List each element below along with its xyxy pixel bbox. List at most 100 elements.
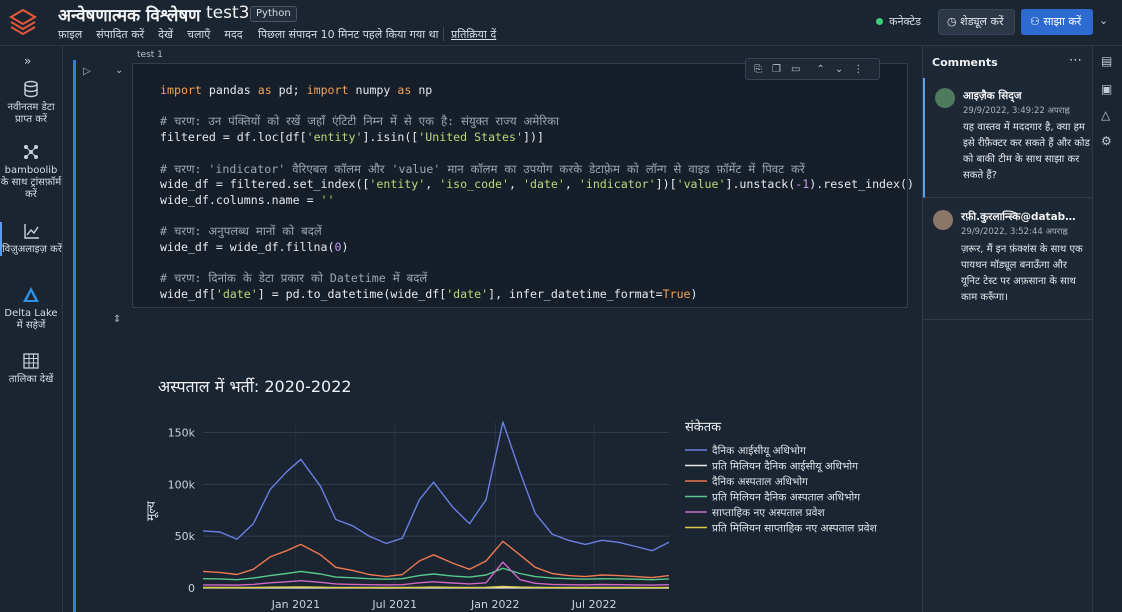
code-editor[interactable]: ⎘ ❐ ▭ ⌃ ⌄ ⋮ import pandas as pd; import … xyxy=(132,58,914,308)
cell-title[interactable]: test 1 xyxy=(137,50,163,60)
folder-icon[interactable]: ▭ xyxy=(791,64,800,75)
sidebar-item-visualize[interactable]: विज़ुअलाइज़ करें xyxy=(0,222,62,256)
sidebar-item-view-table[interactable]: तालिका देखें xyxy=(0,352,62,386)
share-button[interactable]: ⚇ साझा करें xyxy=(1021,9,1093,35)
code-content[interactable]: import pandas as pd; import numpy as np … xyxy=(160,83,914,303)
code-line: wide_df['date'] = pd.to_datetime(wide_df… xyxy=(160,287,698,302)
notebook-name[interactable]: test3 xyxy=(206,3,249,23)
series-line xyxy=(203,585,670,589)
language-badge[interactable]: Python xyxy=(250,6,297,22)
delta-triangle-icon xyxy=(23,287,39,302)
sidebar-item-label: तालिका देखें xyxy=(8,374,54,385)
code-line: wide_df = filtered.set_index(['entity', … xyxy=(160,177,914,192)
user-plus-icon: ⚇ xyxy=(1030,15,1040,28)
x-tick-label: Jul 2022 xyxy=(571,598,617,611)
menu-view[interactable]: देखें xyxy=(158,27,173,42)
legend-label: दैनिक आईसीयू अधिभोग xyxy=(712,444,807,457)
x-tick-label: Jul 2021 xyxy=(371,598,417,611)
table-icon xyxy=(23,353,39,369)
sidebar-item-label: Delta Lake में सहेजें xyxy=(4,308,58,331)
sidebar-item-bamboolib[interactable]: bamboolib के साथ ट्रांसफ़ॉर्म करें xyxy=(0,143,62,201)
sidebar-item-fetch-data[interactable]: नवीनतम डेटा प्राप्त करें xyxy=(0,80,62,126)
more-horizontal-icon[interactable]: ⋯ xyxy=(1069,53,1082,68)
series-line xyxy=(202,567,670,581)
cluster-connect-status[interactable]: कनेक्टेड xyxy=(876,14,921,29)
comments-title: Comments xyxy=(932,56,998,69)
avatar xyxy=(933,210,953,230)
run-cell-icon[interactable]: ▷ xyxy=(83,66,91,77)
more-vertical-icon[interactable]: ⋮ xyxy=(853,64,863,75)
code-line: wide_df.columns.name = '' xyxy=(160,192,335,207)
copy-icon[interactable]: ❐ xyxy=(772,64,781,75)
x-tick-label: Jan 2022 xyxy=(470,598,519,611)
x-tick-label: Jan 2021 xyxy=(271,598,320,611)
legend-label: प्रति मिलियन दैनिक आईसीयू अधिभोग xyxy=(712,460,859,473)
menu-run[interactable]: चलाएँ xyxy=(187,27,210,42)
top-header: अन्वेषणात्मक विश्लेषण test3 Python फ़ाइल… xyxy=(0,0,1122,46)
menu-bar: फ़ाइल संपादित करें देखें चलाएँ मदद xyxy=(58,27,243,42)
graph-nodes-icon xyxy=(24,145,38,159)
active-cell-indicator xyxy=(73,60,76,612)
code-line: filtered = df.loc[df['entity'].isin(['Un… xyxy=(160,130,544,145)
legend-label: प्रति मिलियन दैनिक अस्पताल अधिभोग xyxy=(712,491,861,504)
sidebar-item-label: नवीनतम डेटा प्राप्त करें xyxy=(7,102,55,125)
chart-title: अस्पताल में भर्ती: 2020-2022 xyxy=(158,377,352,396)
clock-icon: ◷ xyxy=(947,15,957,28)
comment-time: 29/9/2022, 3:52:44 अपराह्न xyxy=(961,227,1068,237)
sidebar-item-label: विज़ुअलाइज़ करें xyxy=(2,244,62,255)
comment-author: रफ़ी.कुरलान्स्कि@datab… xyxy=(961,211,1076,223)
divider xyxy=(443,27,444,41)
settings-gear-icon[interactable]: ⚙ xyxy=(1101,134,1112,148)
menu-help[interactable]: मदद xyxy=(224,27,242,42)
share-label: साझा करें xyxy=(1043,15,1082,28)
connect-label: कनेक्टेड xyxy=(889,15,921,28)
menu-edit[interactable]: संपादित करें xyxy=(96,27,144,42)
notebook-title[interactable]: अन्वेषणात्मक विश्लेषण xyxy=(58,3,200,26)
code-line: # चरण: उन पंक्तियों को रखें जहाँ एंटिटी … xyxy=(160,114,559,129)
expand-output-icon[interactable]: ⇕ xyxy=(113,314,121,325)
menu-file[interactable]: फ़ाइल xyxy=(58,27,82,42)
y-axis-label: मूल्य xyxy=(144,500,159,521)
series-line xyxy=(202,540,670,579)
comment-text: ज़रूर, मैं इन फ़ंक्शंस के साथ एक पायथन म… xyxy=(961,244,1083,303)
y-tick-label: 150k xyxy=(168,426,196,439)
chevron-down-icon[interactable]: ⌄ xyxy=(835,64,843,75)
last-edit-info[interactable]: पिछला संपादन 10 मिनट पहले किया गया था xyxy=(258,27,439,42)
code-line: # चरण: 'indicator' वैरिएबल कॉलम और 'valu… xyxy=(160,161,805,176)
cell-collapse-chevron-icon[interactable]: ⌄ xyxy=(115,65,123,76)
format-code-icon[interactable]: ⎘ xyxy=(754,64,762,75)
left-sidebar: » नवीनतम डेटा प्राप्त करें bamboolib के … xyxy=(0,46,63,612)
code-line: # चरण: अनुपलब्ध मानों को बदलें xyxy=(160,224,322,239)
hospitalization-chart[interactable]: अस्पताल में भर्ती: 2020-2022 0 50k 100k 150k… xyxy=(133,322,903,612)
schedule-button[interactable]: ◷ शेड्यूल करें xyxy=(938,9,1015,35)
chevron-down-icon[interactable]: ⌄ xyxy=(1099,14,1108,27)
series-line xyxy=(202,421,670,552)
comment-item[interactable]: रफ़ी.कुरलान्स्कि@datab… 29/9/2022, 3:52:… xyxy=(923,198,1093,320)
sidebar-item-delta-lake[interactable]: Delta Lake में सहेजें xyxy=(0,286,62,332)
line-chart-icon xyxy=(24,224,39,239)
cell-toolbar: ⎘ ❐ ▭ ⌃ ⌄ ⋮ xyxy=(745,58,880,80)
y-tick-label: 0 xyxy=(188,582,195,595)
comment-time: 29/9/2022, 3:49:22 अपराह्न xyxy=(963,106,1070,116)
feedback-link[interactable]: प्रतिक्रिया दें xyxy=(451,27,496,42)
databricks-logo-icon[interactable] xyxy=(8,7,38,37)
database-icon xyxy=(24,80,38,98)
comments-icon[interactable]: ▤ xyxy=(1101,54,1112,68)
status-dot-icon xyxy=(876,18,883,25)
legend-title: संकेतक xyxy=(685,419,722,435)
right-rail: ▤ ▣ △ ⚙ xyxy=(1092,46,1122,612)
legend-label: प्रति मिलियन साप्ताहिक नए अस्पताल प्रवेश xyxy=(712,522,878,535)
comments-panel: Comments ⋯ आइज़ैक सिद्ज 29/9/2022, 3:49:… xyxy=(922,46,1093,612)
legend-label: साप्ताहिक नए अस्पताल प्रवेश xyxy=(712,506,825,519)
comment-item[interactable]: आइज़ैक सिद्ज 29/9/2022, 3:49:22 अपराह्न … xyxy=(923,78,1093,198)
warning-icon[interactable]: △ xyxy=(1101,108,1110,122)
schedule-label: शेड्यूल करें xyxy=(960,15,1004,28)
code-line: import pandas as pd; import numpy as np xyxy=(160,83,433,97)
chevron-up-icon[interactable]: ⌃ xyxy=(816,64,824,75)
notebook-area: test 1 ▷ ⌄ ⎘ ❐ ▭ ⌃ ⌄ ⋮ import pandas as … xyxy=(63,46,922,612)
code-line: # चरण: दिनांक के डेटा प्रकार को Datetime… xyxy=(160,271,428,286)
sidebar-item-label: bamboolib के साथ ट्रांसफ़ॉर्म करें xyxy=(0,165,62,200)
clipboard-icon[interactable]: ▣ xyxy=(1101,82,1112,96)
comment-author: आइज़ैक सिद्ज xyxy=(963,90,1022,102)
collapse-sidebar-icon[interactable]: » xyxy=(24,54,31,68)
